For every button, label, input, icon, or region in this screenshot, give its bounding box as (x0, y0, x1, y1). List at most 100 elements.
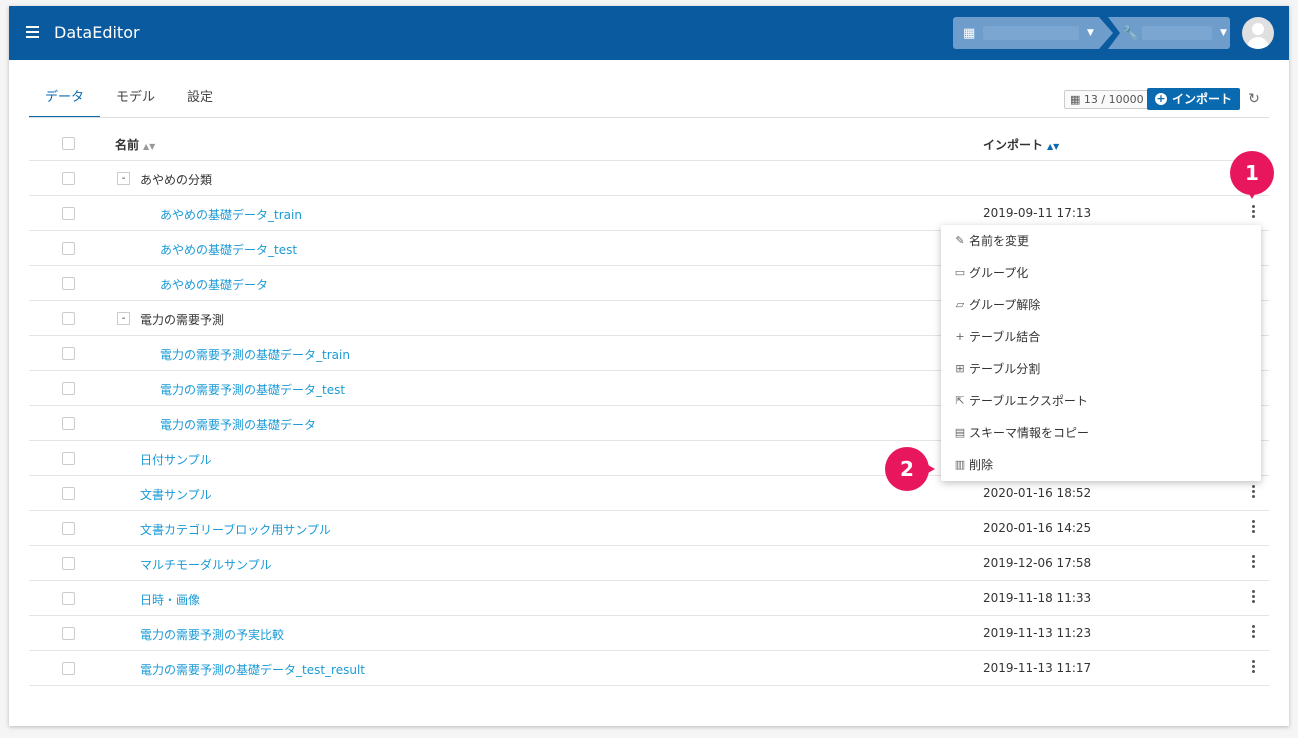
tab-bar: データ モデル 設定 (29, 84, 229, 118)
organization-name-redacted (983, 26, 1079, 40)
folder-icon: ▭ (954, 266, 966, 279)
hamburger-icon[interactable] (26, 26, 39, 38)
dataset-name-link[interactable]: 日付サンプル (140, 451, 212, 468)
select-all-checkbox[interactable] (62, 137, 75, 150)
dataset-name-link[interactable]: 文書サンプル (140, 486, 212, 503)
menu-item-7[interactable]: ▥ 削除 (941, 453, 1261, 485)
menu-item-label: 削除 (969, 458, 994, 472)
dataset-name-link[interactable]: あやめの基礎データ (160, 276, 268, 293)
callout-marker-2: 2 (885, 447, 935, 491)
app-window: DataEditor ▦ ▼ 🔧 ▼ データ モデル 設定 ▦ 13 / 100… (9, 6, 1289, 726)
dataset-name-link[interactable]: 電力の需要予測の基礎データ_train (160, 346, 350, 363)
row-checkbox[interactable] (62, 242, 75, 255)
app-title: DataEditor (54, 23, 140, 42)
table-header: 名前 ▲▼ インポート ▲▼ (29, 126, 1269, 161)
row-checkbox[interactable] (62, 522, 75, 535)
menu-item-3[interactable]: + テーブル結合 (941, 325, 1261, 357)
plus-circle-icon: + (1155, 92, 1167, 105)
row-checkbox[interactable] (62, 627, 75, 640)
more-vert-icon[interactable] (1247, 589, 1259, 607)
import-date: 2019-09-11 17:13 (983, 206, 1092, 220)
more-vert-icon[interactable] (1247, 554, 1259, 572)
dataset-name-link[interactable]: あやめの基礎データ_train (160, 206, 302, 223)
row-checkbox[interactable] (62, 277, 75, 290)
table-row: マルチモーダルサンプル 2019-12-06 17:58 (29, 546, 1269, 581)
chevron-down-icon: ▼ (1220, 28, 1227, 38)
more-vert-icon[interactable] (1247, 624, 1259, 642)
quota-value: 13 / 10000 (1083, 93, 1144, 106)
tab-data[interactable]: データ (29, 84, 101, 118)
table-row: 日時・画像 2019-11-18 11:33 (29, 581, 1269, 616)
building-icon: ▦ (963, 25, 976, 41)
plus-icon: + (955, 330, 965, 343)
more-vert-icon[interactable] (1247, 659, 1259, 677)
menu-item-label: グループ解除 (969, 298, 1041, 312)
avatar[interactable] (1242, 17, 1274, 49)
tab-settings[interactable]: 設定 (171, 84, 229, 118)
import-date: 2019-11-13 11:23 (983, 626, 1092, 640)
collapse-toggle[interactable]: - (117, 172, 130, 185)
import-date: 2019-11-13 11:17 (983, 661, 1092, 675)
row-checkbox[interactable] (62, 452, 75, 465)
menu-item-label: グループ化 (969, 266, 1029, 280)
menu-item-2[interactable]: ▱ グループ解除 (941, 293, 1261, 325)
dataset-name-link[interactable]: 電力の需要予測の基礎データ (160, 416, 316, 433)
table-row: 文書カテゴリーブロック用サンプル 2020-01-16 14:25 (29, 511, 1269, 546)
dataset-name-link[interactable]: 電力の需要予測の基礎データ_test (160, 381, 345, 398)
import-date: 2019-11-18 11:33 (983, 591, 1092, 605)
menu-item-4[interactable]: ⊞ テーブル分割 (941, 357, 1261, 389)
import-button-label: インポート (1172, 92, 1233, 106)
dataset-name-link[interactable]: マルチモーダルサンプル (140, 556, 272, 573)
table-row: 電力の需要予測の基礎データ_test_result 2019-11-13 11:1… (29, 651, 1269, 686)
row-checkbox[interactable] (62, 382, 75, 395)
import-button[interactable]: + インポート (1147, 88, 1241, 110)
dataset-name-link[interactable]: 電力の需要予測の基礎データ_test_result (140, 661, 365, 678)
menu-item-label: テーブルエクスポート (969, 394, 1088, 408)
sort-icon: ▲▼ (143, 142, 156, 151)
more-vert-icon[interactable] (1247, 519, 1259, 537)
menu-item-0[interactable]: ✎ 名前を変更 (941, 229, 1261, 261)
row-checkbox[interactable] (62, 592, 75, 605)
dataset-name-link[interactable]: 電力の需要予測の予実比較 (140, 626, 284, 643)
column-header-import[interactable]: インポート ▲▼ (983, 136, 1059, 153)
menu-item-label: テーブル結合 (969, 330, 1041, 344)
row-checkbox[interactable] (62, 172, 75, 185)
row-checkbox[interactable] (62, 487, 75, 500)
group-label: 電力の需要予測 (140, 313, 225, 327)
more-vert-icon[interactable] (1247, 484, 1259, 502)
tab-model[interactable]: モデル (100, 84, 171, 118)
organization-selector[interactable]: ▦ ▼ (953, 17, 1113, 49)
row-checkbox[interactable] (62, 662, 75, 675)
callout-marker-1: 1 (1230, 151, 1274, 199)
table-row: 電力の需要予測の予実比較 2019-11-13 11:23 (29, 616, 1269, 651)
dataset-name-link[interactable]: 文書カテゴリーブロック用サンプル (140, 521, 331, 538)
row-checkbox[interactable] (62, 312, 75, 325)
row-checkbox[interactable] (62, 557, 75, 570)
quota-badge: ▦ 13 / 10000 (1064, 90, 1150, 109)
sort-desc-icon: ▲▼ (1047, 142, 1060, 151)
wrench-icon: 🔧 (1122, 25, 1139, 41)
row-checkbox[interactable] (62, 347, 75, 360)
export-icon: ⇱ (955, 394, 965, 407)
app-bar: DataEditor ▦ ▼ 🔧 ▼ (9, 6, 1289, 60)
project-selector[interactable]: 🔧 ▼ (1108, 17, 1230, 49)
grid-icon: ⊞ (955, 362, 965, 375)
row-checkbox[interactable] (62, 417, 75, 430)
more-vert-icon[interactable] (1247, 204, 1259, 222)
group-label: あやめの分類 (140, 173, 213, 187)
group-row: - あやめの分類 (29, 161, 1269, 196)
collapse-toggle[interactable]: - (117, 312, 130, 325)
tab-divider (29, 117, 1269, 118)
table-icon: ▦ (1070, 93, 1084, 106)
column-header-name[interactable]: 名前 ▲▼ (115, 136, 155, 153)
menu-item-1[interactable]: ▭ グループ化 (941, 261, 1261, 293)
menu-item-label: 名前を変更 (969, 234, 1030, 248)
row-checkbox[interactable] (62, 207, 75, 220)
menu-item-6[interactable]: ▤ スキーマ情報をコピー (941, 421, 1261, 453)
menu-item-5[interactable]: ⇱ テーブルエクスポート (941, 389, 1261, 421)
refresh-icon[interactable]: ↻ (1245, 90, 1263, 108)
import-date: 2020-01-16 18:52 (983, 486, 1092, 500)
dataset-name-link[interactable]: あやめの基礎データ_test (160, 241, 297, 258)
project-name-redacted (1142, 26, 1212, 40)
dataset-name-link[interactable]: 日時・画像 (140, 591, 200, 608)
